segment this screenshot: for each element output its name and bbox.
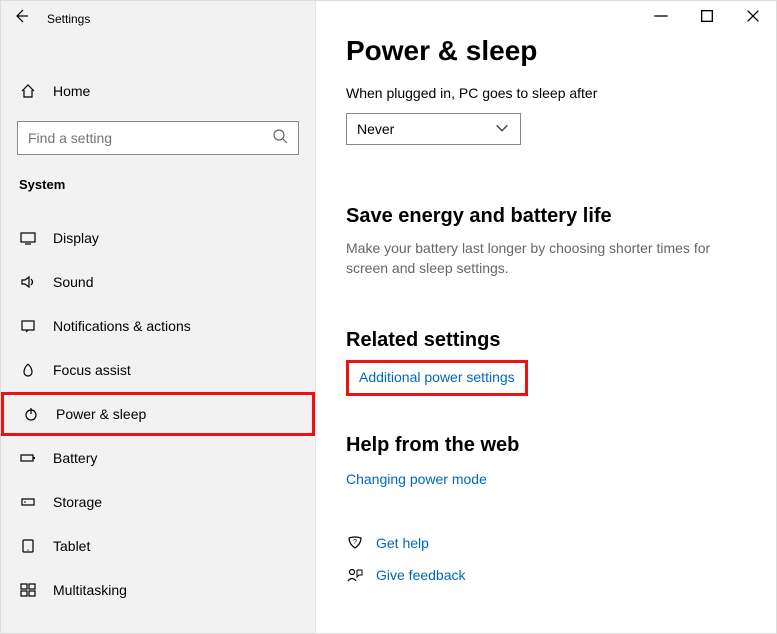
sidebar-item-label: Storage <box>53 494 102 510</box>
home-icon <box>19 83 37 99</box>
minimize-icon <box>653 8 669 24</box>
sleep-dropdown[interactable]: Never <box>346 113 521 145</box>
sidebar-item-label: Focus assist <box>53 362 131 378</box>
sidebar-item-power-sleep[interactable]: Power & sleep <box>1 392 315 436</box>
feedback-icon <box>346 567 364 583</box>
sidebar-item-multitasking[interactable]: Multitasking <box>1 568 315 612</box>
get-help-row[interactable]: ? Get help <box>346 535 748 551</box>
sidebar-item-label: Sound <box>53 274 93 290</box>
sidebar-item-label: Power & sleep <box>56 406 146 422</box>
focus-assist-icon <box>19 362 37 378</box>
get-help-icon: ? <box>346 535 364 551</box>
storage-icon <box>19 494 37 510</box>
sidebar-item-label: Battery <box>53 450 97 466</box>
display-icon <box>19 230 37 246</box>
tablet-icon <box>19 538 37 554</box>
search-input[interactable] <box>17 121 299 155</box>
sidebar-item-focus-assist[interactable]: Focus assist <box>1 348 315 392</box>
sidebar-home-label: Home <box>53 83 90 99</box>
sidebar-item-label: Tablet <box>53 538 90 554</box>
arrow-left-icon <box>13 8 29 24</box>
additional-power-settings-link[interactable]: Additional power settings <box>359 369 515 385</box>
sidebar-item-label: Multitasking <box>53 582 127 598</box>
sidebar-section-label: System <box>1 155 315 202</box>
sleep-caption: When plugged in, PC goes to sleep after <box>346 85 748 101</box>
sidebar-item-label: Display <box>53 230 99 246</box>
battery-icon <box>19 450 37 466</box>
multitasking-icon <box>19 582 37 598</box>
sidebar-item-label: Notifications & actions <box>53 318 191 334</box>
sound-icon <box>19 274 37 290</box>
highlight-box: Additional power settings <box>346 360 528 396</box>
sidebar-item-display[interactable]: Display <box>1 216 315 260</box>
search-field[interactable] <box>28 130 272 146</box>
chevron-down-icon <box>494 120 510 139</box>
page-title: Power & sleep <box>346 35 748 77</box>
sidebar-item-notifications[interactable]: Notifications & actions <box>1 304 315 348</box>
close-button[interactable] <box>730 1 776 31</box>
maximize-icon <box>699 8 715 24</box>
energy-desc: Make your battery last longer by choosin… <box>346 238 726 279</box>
power-icon <box>22 406 40 422</box>
close-icon <box>745 8 761 24</box>
changing-power-mode-link[interactable]: Changing power mode <box>346 471 487 487</box>
sidebar-item-battery[interactable]: Battery <box>1 436 315 480</box>
search-icon <box>272 128 288 149</box>
sidebar-home[interactable]: Home <box>1 71 315 111</box>
back-button[interactable] <box>1 8 41 29</box>
help-heading: Help from the web <box>346 434 748 457</box>
minimize-button[interactable] <box>638 1 684 31</box>
related-heading: Related settings <box>346 329 748 352</box>
sidebar-item-storage[interactable]: Storage <box>1 480 315 524</box>
sidebar-item-sound[interactable]: Sound <box>1 260 315 304</box>
give-feedback-link[interactable]: Give feedback <box>376 567 466 583</box>
energy-heading: Save energy and battery life <box>346 205 748 228</box>
maximize-button[interactable] <box>684 1 730 31</box>
svg-text:?: ? <box>353 539 357 546</box>
window-title: Settings <box>41 12 90 26</box>
notifications-icon <box>19 318 37 334</box>
sidebar-item-tablet[interactable]: Tablet <box>1 524 315 568</box>
give-feedback-row[interactable]: Give feedback <box>346 567 748 583</box>
sleep-dropdown-value: Never <box>357 121 394 137</box>
get-help-link[interactable]: Get help <box>376 535 429 551</box>
